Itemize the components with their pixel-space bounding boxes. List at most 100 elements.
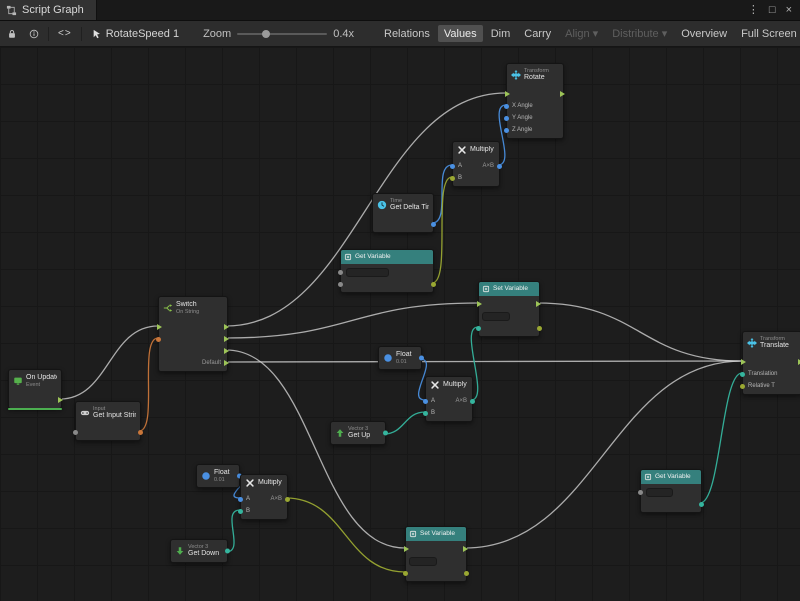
monitor-icon bbox=[13, 376, 23, 386]
node-get-variable-bottom[interactable]: Get Variable bbox=[640, 469, 702, 513]
flow-port[interactable] bbox=[157, 324, 162, 330]
zoom-slider-track[interactable] bbox=[237, 33, 327, 35]
value-port[interactable] bbox=[238, 497, 243, 502]
node-row bbox=[507, 88, 563, 100]
value-port[interactable] bbox=[537, 326, 542, 331]
button-overview[interactable]: Overview bbox=[675, 25, 733, 42]
value-port[interactable] bbox=[504, 116, 509, 121]
zoom-label: Zoom bbox=[203, 28, 231, 40]
flow-port[interactable] bbox=[741, 359, 746, 365]
button-carry[interactable]: Carry bbox=[518, 25, 557, 42]
value-port[interactable] bbox=[338, 270, 343, 275]
flow-port[interactable] bbox=[224, 360, 229, 366]
node-set-variable-bottom[interactable]: Set Variable bbox=[405, 526, 467, 582]
node-multiply-mid[interactable]: MultiplyAA×BB bbox=[425, 376, 473, 422]
button-distribute[interactable]: Distribute ▾ bbox=[606, 25, 673, 42]
menu-icon[interactable]: ⋮ bbox=[748, 0, 759, 20]
value-port[interactable] bbox=[431, 222, 436, 227]
value-port[interactable] bbox=[450, 176, 455, 181]
flow-port[interactable] bbox=[224, 336, 229, 342]
flow-port[interactable] bbox=[58, 397, 63, 403]
maximize-icon[interactable]: □ bbox=[769, 0, 776, 20]
graph-canvas[interactable]: On UpdateEvent InputGet Input Strin Switch… bbox=[0, 47, 800, 601]
value-port[interactable] bbox=[383, 431, 388, 436]
node-titles: Set Variable bbox=[493, 285, 528, 292]
node-row: Relative T bbox=[743, 380, 800, 392]
lock-icon bbox=[7, 29, 17, 39]
code-button[interactable]: <> bbox=[55, 26, 75, 41]
button-relations[interactable]: Relations bbox=[378, 25, 436, 42]
variable-name-field[interactable] bbox=[646, 488, 673, 497]
variable-name-field[interactable] bbox=[346, 268, 389, 277]
value-port[interactable] bbox=[73, 430, 78, 435]
value-port[interactable] bbox=[740, 372, 745, 377]
node-header: Float0.01 bbox=[379, 347, 421, 369]
value-port[interactable] bbox=[431, 282, 436, 287]
button-full-screen[interactable]: Full Screen bbox=[735, 25, 800, 42]
close-icon[interactable]: × bbox=[786, 0, 792, 20]
zoom-slider[interactable] bbox=[237, 27, 327, 41]
wire-set-variable-bottom-to-translate bbox=[465, 361, 742, 548]
value-port[interactable] bbox=[638, 490, 643, 495]
lock-button[interactable] bbox=[4, 27, 20, 41]
node-multiply-bottom[interactable]: MultiplyAA×BB bbox=[240, 474, 288, 520]
value-port[interactable] bbox=[156, 337, 161, 342]
variable-name-field[interactable] bbox=[409, 557, 437, 566]
node-row bbox=[159, 321, 227, 333]
vector-down-icon bbox=[175, 546, 185, 556]
info-icon bbox=[29, 29, 39, 39]
value-port[interactable] bbox=[338, 282, 343, 287]
node-float-mid[interactable]: Float0.01 bbox=[378, 346, 422, 370]
flow-port[interactable] bbox=[477, 301, 482, 307]
button-dim[interactable]: Dim bbox=[485, 25, 517, 42]
node-vector3-get-down[interactable]: Vector 3Get Down bbox=[170, 539, 228, 563]
value-port[interactable] bbox=[470, 399, 475, 404]
value-port[interactable] bbox=[423, 399, 428, 404]
node-get-variable-top[interactable]: Get Variable bbox=[340, 249, 434, 293]
node-row bbox=[479, 322, 539, 334]
value-port[interactable] bbox=[699, 502, 704, 507]
graph-name: RotateSpeed 1 bbox=[106, 28, 179, 40]
flow-port[interactable] bbox=[505, 91, 510, 97]
value-port[interactable] bbox=[238, 509, 243, 514]
clock-icon bbox=[377, 200, 387, 210]
node-vector3-get-up[interactable]: Vector 3Get Up bbox=[330, 421, 386, 445]
button-values[interactable]: Values bbox=[438, 25, 483, 42]
value-port[interactable] bbox=[504, 104, 509, 109]
value-port[interactable] bbox=[476, 326, 481, 331]
tab-script-graph[interactable]: Script Graph bbox=[0, 0, 97, 20]
button-align[interactable]: Align ▾ bbox=[559, 25, 604, 42]
value-port[interactable] bbox=[138, 430, 143, 435]
value-port[interactable] bbox=[504, 128, 509, 133]
node-translate[interactable]: TransformTranslateTranslationRelative T bbox=[742, 331, 800, 395]
node-multiply-top[interactable]: MultiplyAA×BB bbox=[452, 141, 500, 187]
info-button[interactable] bbox=[26, 27, 42, 41]
value-port[interactable] bbox=[497, 164, 502, 169]
flow-port[interactable] bbox=[224, 324, 229, 330]
value-port[interactable] bbox=[450, 164, 455, 169]
value-port[interactable] bbox=[464, 571, 469, 576]
node-switch[interactable]: SwitchOn StringDefault bbox=[158, 296, 228, 372]
node-rotate[interactable]: TransformRotateX AngleY AngleZ Angle bbox=[506, 63, 564, 139]
zoom-slider-thumb[interactable] bbox=[262, 30, 270, 38]
flow-port[interactable] bbox=[463, 546, 468, 552]
value-port[interactable] bbox=[285, 497, 290, 502]
flow-port[interactable] bbox=[560, 91, 565, 97]
graph-selector[interactable]: RotateSpeed 1 bbox=[88, 28, 183, 40]
flow-port[interactable] bbox=[404, 546, 409, 552]
value-port[interactable] bbox=[740, 384, 745, 389]
node-titles: Multiply bbox=[258, 479, 282, 487]
value-port[interactable] bbox=[423, 411, 428, 416]
node-float-bottom[interactable]: Float0.01 bbox=[196, 464, 240, 488]
variable-name-field[interactable] bbox=[482, 312, 510, 321]
node-on-update[interactable]: On UpdateEvent bbox=[8, 369, 62, 409]
node-get-delta-time[interactable]: TimeGet Delta Time bbox=[372, 193, 434, 233]
flow-port[interactable] bbox=[224, 348, 229, 354]
flow-port[interactable] bbox=[536, 301, 541, 307]
value-port[interactable] bbox=[225, 549, 230, 554]
value-port[interactable] bbox=[419, 356, 424, 361]
wire-switch-to-set-variable-top bbox=[226, 303, 478, 338]
node-set-variable-top[interactable]: Set Variable bbox=[478, 281, 540, 337]
node-get-input-string[interactable]: InputGet Input Strin bbox=[75, 401, 141, 441]
value-port[interactable] bbox=[403, 571, 408, 576]
